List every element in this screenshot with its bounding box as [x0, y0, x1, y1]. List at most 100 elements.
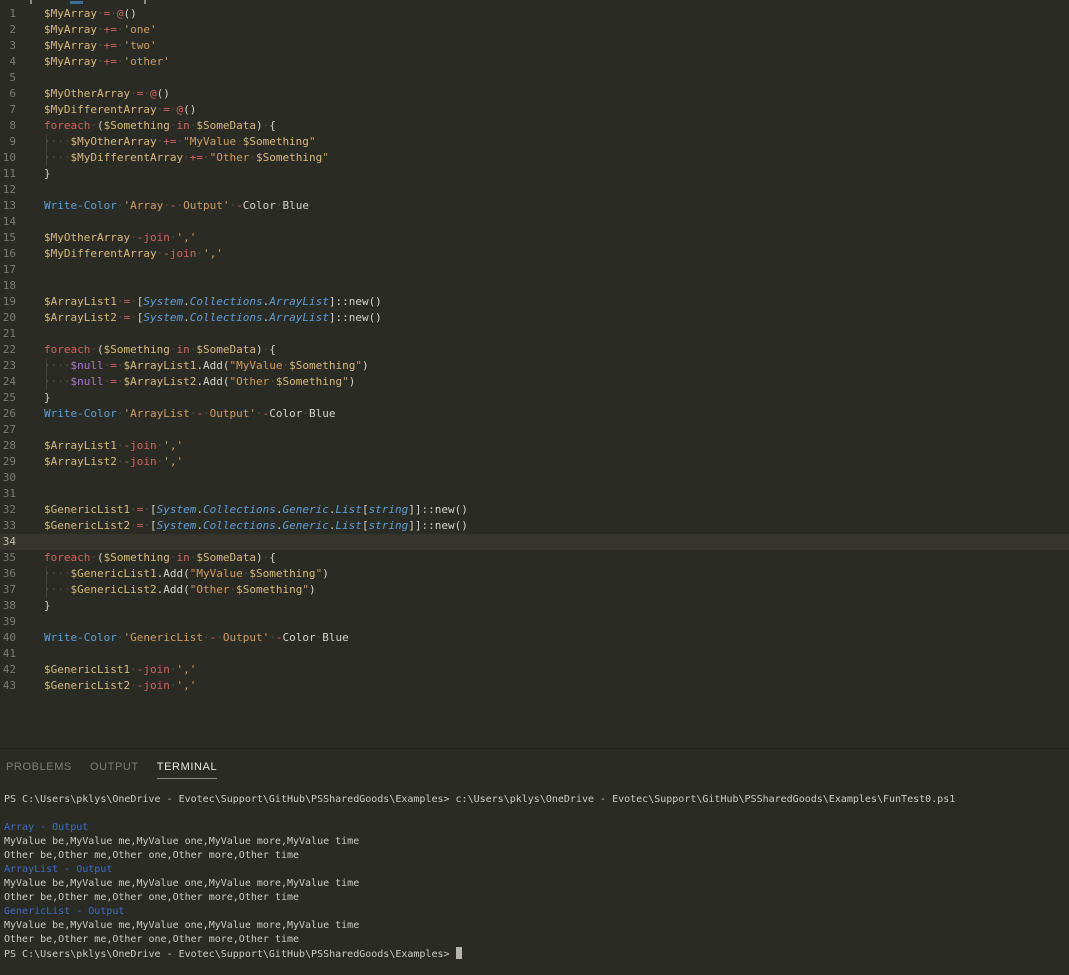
terminal-cursor	[456, 947, 462, 959]
code-line[interactable]: 21	[0, 326, 1069, 342]
code-line[interactable]: 23····$null·=·$ArrayList1.Add("MyValue·$…	[0, 358, 1069, 374]
line-number: 34	[0, 534, 16, 550]
code-line[interactable]: 2$MyArray·+=·'one'	[0, 22, 1069, 38]
line-number: 29	[0, 454, 16, 470]
indent-guide	[46, 358, 47, 374]
code-line[interactable]: 25}	[0, 390, 1069, 406]
line-number: 42	[0, 662, 16, 678]
code-line[interactable]: 6$MyOtherArray·=·@()	[0, 86, 1069, 102]
terminal-line: MyValue be,MyValue me,MyValue one,MyValu…	[4, 919, 1069, 933]
code-line[interactable]: 30	[0, 470, 1069, 486]
code-line[interactable]: 24····$null·=·$ArrayList2.Add("Other·$So…	[0, 374, 1069, 390]
terminal-line: Other be,Other me,Other one,Other more,O…	[4, 891, 1069, 905]
terminal-line: ArrayList - Output	[4, 863, 1069, 877]
line-number: 5	[0, 70, 16, 86]
line-number: 15	[0, 230, 16, 246]
panel-tab-terminal[interactable]: TERMINAL	[157, 761, 217, 779]
terminal-line: MyValue be,MyValue me,MyValue one,MyValu…	[4, 835, 1069, 849]
code-line[interactable]: 43$GenericList2·-join·','	[0, 678, 1069, 694]
code-line[interactable]: 33$GenericList2·=·[System.Collections.Ge…	[0, 518, 1069, 534]
code-line[interactable]: 38}	[0, 598, 1069, 614]
line-number: 16	[0, 246, 16, 262]
code-line[interactable]: 27	[0, 422, 1069, 438]
code-line[interactable]: 22foreach·($Something·in·$SomeData)·{	[0, 342, 1069, 358]
line-number: 39	[0, 614, 16, 630]
line-number: 37	[0, 582, 16, 598]
line-number: 20	[0, 310, 16, 326]
code-line[interactable]: 3$MyArray·+=·'two'	[0, 38, 1069, 54]
line-number: 10	[0, 150, 16, 166]
line-number: 43	[0, 678, 16, 694]
line-number: 9	[0, 134, 16, 150]
code-line[interactable]: 32$GenericList1·=·[System.Collections.Ge…	[0, 502, 1069, 518]
code-line[interactable]: 4$MyArray·+=·'other'	[0, 54, 1069, 70]
code-line[interactable]: 1$MyArray·=·@()	[0, 6, 1069, 22]
code-line[interactable]: 19$ArrayList1·=·[System.Collections.Arra…	[0, 294, 1069, 310]
code-line[interactable]: 16$MyDifferentArray·-join·','	[0, 246, 1069, 262]
code-line[interactable]: 40Write-Color·'GenericList·-·Output'·-Co…	[0, 630, 1069, 646]
code-line[interactable]: 8foreach·($Something·in·$SomeData)·{	[0, 118, 1069, 134]
vscode-window: 1$MyArray·=·@()2$MyArray·+=·'one'3$MyArr…	[0, 0, 1069, 975]
terminal-line: Other be,Other me,Other one,Other more,O…	[4, 933, 1069, 947]
code-line[interactable]: 10····$MyDifferentArray·+=·"Other·$Somet…	[0, 150, 1069, 166]
code-line[interactable]: 34	[0, 534, 1069, 550]
code-line[interactable]: 39	[0, 614, 1069, 630]
terminal-line: PS C:\Users\pklys\OneDrive - Evotec\Supp…	[4, 793, 1069, 807]
line-number: 12	[0, 182, 16, 198]
terminal-line: PS C:\Users\pklys\OneDrive - Evotec\Supp…	[4, 947, 1069, 962]
code-line[interactable]: 17	[0, 262, 1069, 278]
line-number: 40	[0, 630, 16, 646]
line-number: 25	[0, 390, 16, 406]
code-line[interactable]: 31	[0, 486, 1069, 502]
line-number: 3	[0, 38, 16, 54]
line-number: 18	[0, 278, 16, 294]
line-number: 24	[0, 374, 16, 390]
line-number: 26	[0, 406, 16, 422]
indent-guide	[46, 566, 47, 582]
indent-guide	[46, 150, 47, 166]
code-line[interactable]: 12	[0, 182, 1069, 198]
code-line[interactable]: 20$ArrayList2·=·[System.Collections.Arra…	[0, 310, 1069, 326]
code-line[interactable]: 15$MyOtherArray·-join·','	[0, 230, 1069, 246]
terminal-output[interactable]: PS C:\Users\pklys\OneDrive - Evotec\Supp…	[0, 779, 1069, 962]
code-editor[interactable]: 1$MyArray·=·@()2$MyArray·+=·'one'3$MyArr…	[0, 4, 1069, 748]
panel-tab-problems[interactable]: PROBLEMS	[6, 761, 72, 779]
code-line[interactable]: 35foreach·($Something·in·$SomeData)·{	[0, 550, 1069, 566]
line-number: 1	[0, 6, 16, 22]
line-number: 2	[0, 22, 16, 38]
line-number: 28	[0, 438, 16, 454]
code-line[interactable]: 11}	[0, 166, 1069, 182]
line-number: 38	[0, 598, 16, 614]
code-line[interactable]: 29$ArrayList2·-join·','	[0, 454, 1069, 470]
indent-guide	[46, 582, 47, 598]
code-line[interactable]: 7$MyDifferentArray·=·@()	[0, 102, 1069, 118]
code-line[interactable]: 28$ArrayList1·-join·','	[0, 438, 1069, 454]
code-line[interactable]: 36····$GenericList1.Add("MyValue·$Someth…	[0, 566, 1069, 582]
line-number: 35	[0, 550, 16, 566]
code-line[interactable]: 26Write-Color·'ArrayList·-·Output'·-Colo…	[0, 406, 1069, 422]
line-number: 21	[0, 326, 16, 342]
line-number: 8	[0, 118, 16, 134]
line-number: 30	[0, 470, 16, 486]
code-line[interactable]: 5	[0, 70, 1069, 86]
indent-guide	[46, 134, 47, 150]
line-number: 14	[0, 214, 16, 230]
bottom-panel: PROBLEMS OUTPUT TERMINAL PS C:\Users\pklys…	[0, 748, 1069, 975]
line-number: 13	[0, 198, 16, 214]
code-line[interactable]: 41	[0, 646, 1069, 662]
code-line[interactable]: 9····$MyOtherArray·+=·"MyValue·$Somethin…	[0, 134, 1069, 150]
terminal-line: MyValue be,MyValue me,MyValue one,MyValu…	[4, 877, 1069, 891]
line-number: 4	[0, 54, 16, 70]
code-line[interactable]: 14	[0, 214, 1069, 230]
terminal-line	[4, 807, 1069, 821]
panel-tab-output[interactable]: OUTPUT	[90, 761, 139, 779]
terminal-line: Array - Output	[4, 821, 1069, 835]
line-number: 22	[0, 342, 16, 358]
line-number: 31	[0, 486, 16, 502]
code-line[interactable]: 37····$GenericList2.Add("Other·$Somethin…	[0, 582, 1069, 598]
code-line[interactable]: 42$GenericList1·-join·','	[0, 662, 1069, 678]
code-line[interactable]: 13Write-Color·'Array·-·Output'·-Color·Bl…	[0, 198, 1069, 214]
line-number: 32	[0, 502, 16, 518]
line-number: 17	[0, 262, 16, 278]
code-line[interactable]: 18	[0, 278, 1069, 294]
